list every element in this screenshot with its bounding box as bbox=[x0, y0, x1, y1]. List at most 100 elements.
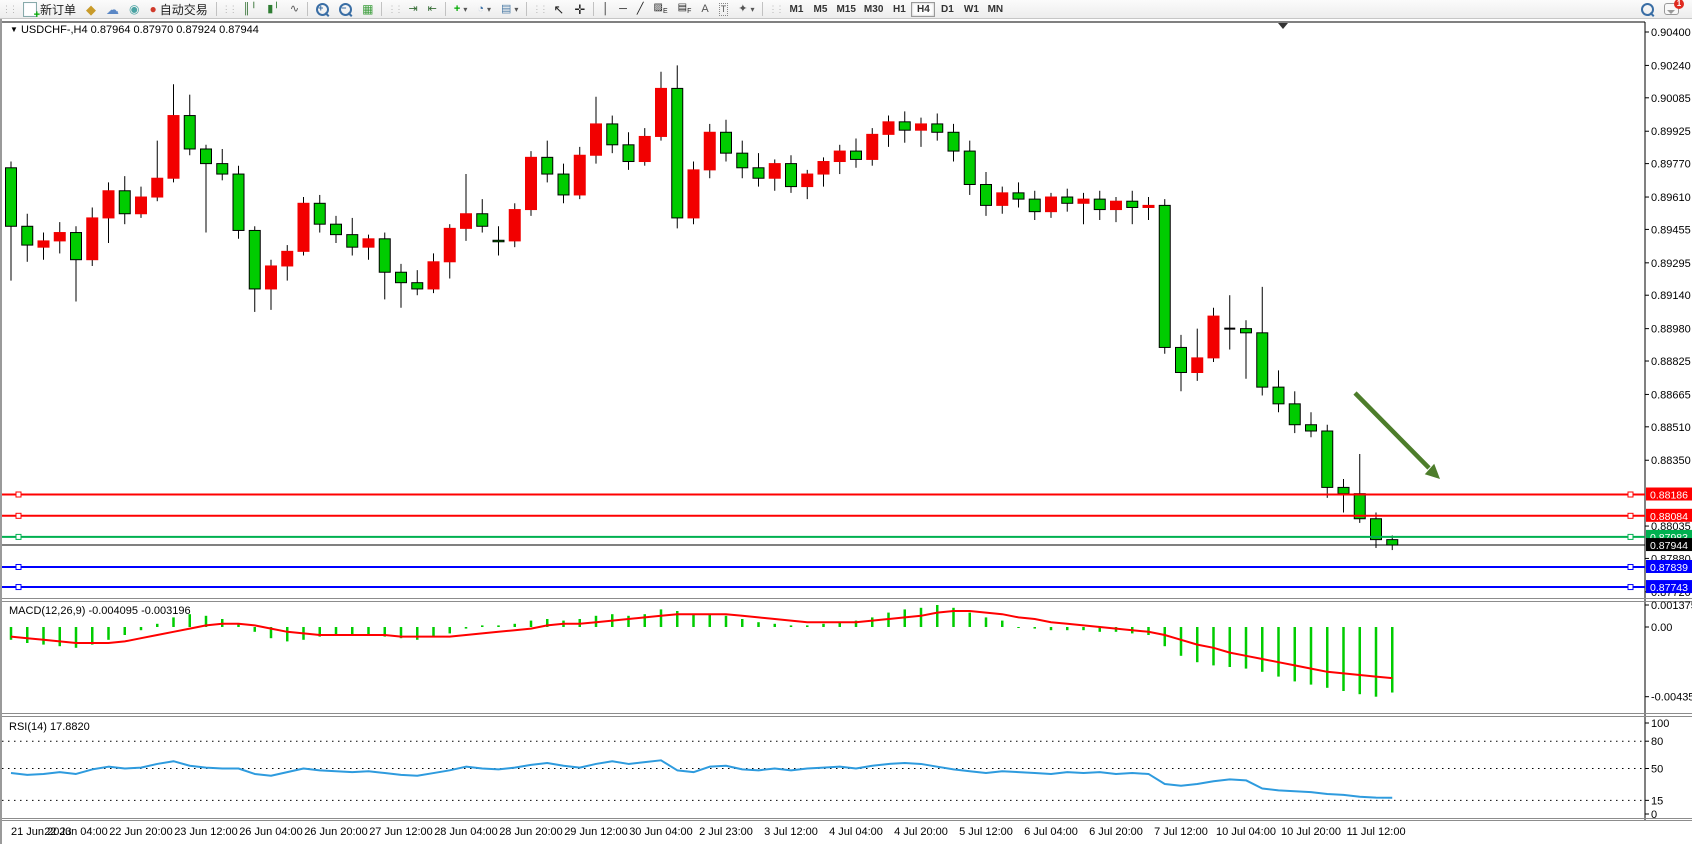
timeframe-button-m5[interactable]: M5 bbox=[808, 2, 832, 17]
horizontal-level-line[interactable]: 0.87983 bbox=[2, 530, 1692, 544]
chart-shift-icon: ⇤ bbox=[428, 4, 437, 15]
notifications-button[interactable]: 1 bbox=[1659, 1, 1684, 17]
svg-text:0.87839: 0.87839 bbox=[1650, 562, 1688, 574]
periods-button[interactable]: ◔▾ bbox=[472, 1, 496, 17]
rsi-pane: 1008050150 bbox=[2, 718, 1669, 821]
crosshair-tool-button[interactable]: ✛ bbox=[569, 1, 590, 17]
fibonacci-fan-icon: ▤F bbox=[678, 2, 692, 17]
macd-histogram-bar bbox=[530, 621, 533, 627]
timeframe-button-m15[interactable]: M15 bbox=[832, 2, 859, 17]
text-label-tool[interactable]: T bbox=[714, 1, 734, 17]
candlestick-mode-button[interactable]: ▮╵ bbox=[262, 1, 285, 17]
timeframe-button-h4[interactable]: H4 bbox=[911, 2, 935, 17]
trendline-tool[interactable]: ╱ bbox=[632, 1, 649, 17]
macd-histogram-bar bbox=[1180, 627, 1183, 656]
macd-histogram-bar bbox=[1034, 627, 1037, 629]
trendline-icon: ╱ bbox=[637, 4, 644, 15]
macd-histogram-bar bbox=[1017, 627, 1020, 628]
line-chart-icon: ∿ bbox=[290, 4, 299, 15]
text-tool[interactable]: A bbox=[696, 1, 713, 17]
template-icon: ▤ bbox=[501, 4, 511, 15]
macd-histogram-bar bbox=[806, 625, 809, 627]
toolbar-grip: ⋮⋮ bbox=[2, 4, 16, 15]
horizontal-level-line[interactable]: 0.87743 bbox=[2, 580, 1692, 594]
cursor-tool-button[interactable]: ↖ bbox=[548, 1, 569, 17]
svg-text:0.89455: 0.89455 bbox=[1651, 224, 1691, 236]
horizontal-level-line[interactable]: 0.87839 bbox=[2, 560, 1692, 574]
macd-histogram-bar bbox=[920, 608, 923, 627]
macd-histogram-bar bbox=[1050, 627, 1053, 630]
tile-windows-button[interactable]: ▦ bbox=[357, 1, 378, 17]
timeframe-button-m30[interactable]: M30 bbox=[860, 2, 887, 17]
macd-histogram-bar bbox=[1310, 627, 1313, 685]
svg-text:0.87944: 0.87944 bbox=[1650, 540, 1688, 552]
text-label-icon: T bbox=[719, 3, 729, 16]
shift-marker-icon[interactable] bbox=[1278, 23, 1288, 29]
autotrading-button[interactable]: ● 自动交易 bbox=[145, 1, 213, 17]
svg-text:0.89295: 0.89295 bbox=[1651, 258, 1691, 270]
chart-shift-button[interactable]: ⇤ bbox=[423, 1, 442, 17]
svg-text:23 Jun 12:00: 23 Jun 12:00 bbox=[174, 826, 238, 838]
svg-text:26 Jun 20:00: 26 Jun 20:00 bbox=[304, 826, 368, 838]
templates-button[interactable]: ▤▾ bbox=[496, 1, 523, 17]
svg-text:6 Jul 04:00: 6 Jul 04:00 bbox=[1024, 826, 1078, 838]
timeframe-button-mn[interactable]: MN bbox=[983, 2, 1007, 17]
svg-text:0.88084: 0.88084 bbox=[1650, 511, 1688, 523]
svg-text:100: 100 bbox=[1651, 718, 1669, 730]
tile-windows-icon: ▦ bbox=[362, 4, 373, 15]
macd-histogram-bar bbox=[1229, 627, 1232, 667]
svg-text:4 Jul 20:00: 4 Jul 20:00 bbox=[894, 826, 948, 838]
fibonacci-icon: ▨E bbox=[654, 2, 668, 17]
bar-chart-mode-button[interactable]: ║╵ bbox=[238, 1, 262, 17]
macd-histogram-bar bbox=[1294, 627, 1297, 681]
svg-text:6 Jul 20:00: 6 Jul 20:00 bbox=[1089, 826, 1143, 838]
crosshair-icon: ✛ bbox=[574, 4, 585, 15]
svg-text:22 Jun 20:00: 22 Jun 20:00 bbox=[109, 826, 173, 838]
auto-scroll-icon: ⇥ bbox=[408, 4, 417, 15]
svg-text:0.89925: 0.89925 bbox=[1651, 126, 1691, 138]
macd-histogram-bar bbox=[514, 624, 517, 627]
line-chart-mode-button[interactable]: ∿ bbox=[285, 1, 304, 17]
down-arrow-annotation[interactable] bbox=[1355, 393, 1440, 479]
toolbar-grip: ⋮⋮ bbox=[222, 4, 236, 15]
bid-price-line[interactable]: 0.87944 bbox=[2, 538, 1692, 552]
indicators-button[interactable]: +▾ bbox=[449, 1, 472, 17]
zoom-out-icon: − bbox=[339, 3, 352, 16]
horizontal-line-tool[interactable]: ─ bbox=[614, 1, 632, 17]
fibonacci-tool[interactable]: ▨E bbox=[649, 1, 673, 17]
arrows-tool[interactable]: ✦▾ bbox=[733, 1, 759, 17]
macd-histogram-bar bbox=[124, 627, 127, 635]
macd-histogram-bar bbox=[1277, 627, 1280, 677]
zoom-in-button[interactable]: + bbox=[311, 1, 334, 17]
vertical-line-tool[interactable]: │ bbox=[597, 1, 614, 17]
macd-histogram-bar bbox=[42, 627, 45, 645]
macd-histogram-bar bbox=[709, 614, 712, 627]
macd-histogram-bar bbox=[660, 609, 663, 627]
macd-histogram-bar bbox=[351, 627, 354, 635]
search-button[interactable] bbox=[1636, 1, 1659, 17]
chart-symbol-period: USDCHF-,H4 bbox=[21, 24, 88, 36]
macd-histogram-bar bbox=[1001, 621, 1004, 627]
auto-scroll-button[interactable]: ⇥ bbox=[403, 1, 422, 17]
timeframe-button-m1[interactable]: M1 bbox=[784, 2, 808, 17]
sound-alert-button[interactable]: ◉ bbox=[124, 1, 144, 17]
timeframe-button-d1[interactable]: D1 bbox=[935, 2, 959, 17]
chart-window[interactable]: ▼ USDCHF-,H4 0.87964 0.87970 0.87924 0.8… bbox=[0, 18, 1692, 844]
horizontal-level-line[interactable]: 0.88186 bbox=[2, 488, 1692, 502]
chart-canvas[interactable]: 0.904000.902400.900850.899250.897700.896… bbox=[2, 18, 1692, 844]
macd-histogram-bar bbox=[774, 624, 777, 627]
market-watch-icon: ◆ bbox=[86, 4, 96, 15]
zoom-out-button[interactable]: − bbox=[334, 1, 357, 17]
new-order-button[interactable]: 新订单 bbox=[18, 1, 81, 17]
chart-collapse-caret[interactable]: ▼ bbox=[10, 25, 18, 34]
fibonacci-fan-tool[interactable]: ▤F bbox=[673, 1, 697, 17]
timeframe-button-w1[interactable]: W1 bbox=[959, 2, 983, 17]
macd-histogram-bar bbox=[1164, 627, 1167, 646]
data-window-icon: ☁ bbox=[106, 4, 119, 15]
market-watch-button[interactable]: ◆ bbox=[81, 1, 101, 17]
horizontal-level-line[interactable]: 0.88084 bbox=[2, 509, 1692, 523]
autotrading-icon: ● bbox=[150, 4, 157, 15]
timeframe-button-h1[interactable]: H1 bbox=[887, 2, 911, 17]
data-window-button[interactable]: ☁ bbox=[101, 1, 124, 17]
macd-histogram-bar bbox=[1066, 627, 1069, 630]
